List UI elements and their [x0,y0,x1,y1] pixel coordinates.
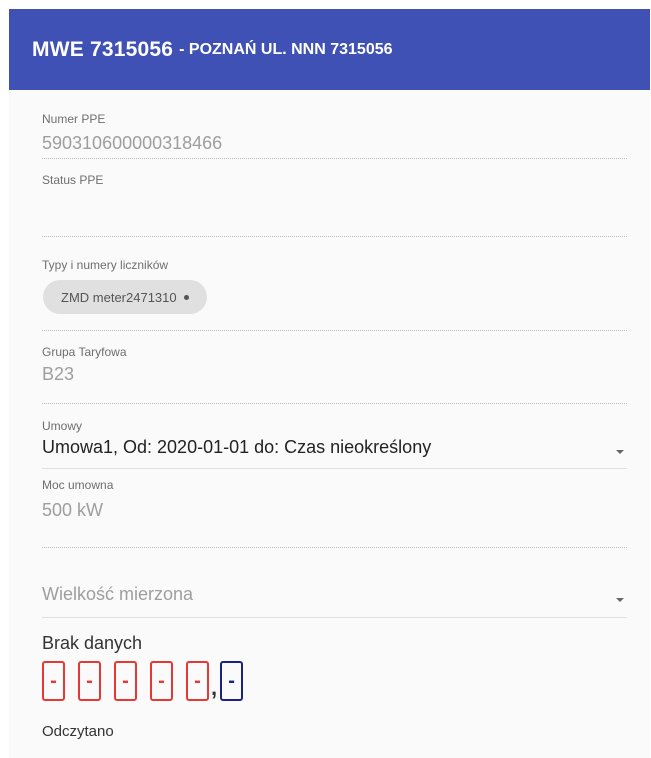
card-content: Numer PPE 590310600000318466 Status PPE … [9,90,650,740]
meter-chip-label: ZMD meter2471310 [61,289,177,305]
contracts-value: Umowa1, Od: 2020-01-01 do: Czas nieokreś… [42,437,432,457]
decimal-separator: , [211,675,218,700]
ppe-number-label: Numer PPE [42,112,106,126]
ppe-number-value: 590310600000318466 [42,133,223,153]
dropdown-arrow-icon[interactable] [616,598,624,602]
measured-quantity-placeholder: Wielkość mierzona [42,584,194,604]
ppe-number-field: Numer PPE 590310600000318466 [42,90,627,159]
tariff-group-value: B23 [42,364,75,384]
contracts-select[interactable]: Umowy Umowa1, Od: 2020-01-01 do: Czas ni… [42,404,627,469]
meters-label: Typy i numery liczników [42,258,169,272]
contracts-label: Umowy [42,419,83,433]
reading-digit: - [150,661,173,701]
meter-code: MWE 7315056 [32,37,174,61]
meter-reading-digits: - - - - - , - [42,661,627,701]
tariff-group-label: Grupa Taryfowa [42,345,127,359]
meter-chip[interactable]: ZMD meter2471310 [43,280,207,314]
status-dot-icon [183,294,189,300]
reading-decimal-digit: - [220,661,244,701]
reading-digit: - [78,661,101,701]
dropdown-arrow-icon[interactable] [616,450,624,454]
no-data-text: Brak danych [42,633,143,653]
ppe-status-label: Status PPE [42,173,104,187]
reading-digit: - [42,661,65,701]
measured-quantity-select[interactable]: Wielkość mierzona [42,548,627,618]
card-header: MWE 7315056 - POZNAŃ UL. NNN 7315056 [9,9,650,90]
contract-power-value: 500 kW [42,500,104,520]
meter-card: MWE 7315056 - POZNAŃ UL. NNN 7315056 Num… [9,9,650,758]
reading-digit: - [114,661,137,701]
meter-location: - POZNAŃ UL. NNN 7315056 [179,40,393,58]
read-caption: Odczytano [42,723,114,740]
ppe-status-field: Status PPE [42,159,627,237]
contract-power-field: Moc umowna 500 kW [42,469,627,548]
reading-digit: - [186,661,209,701]
tariff-group-field: Grupa Taryfowa B23 [42,331,627,404]
meters-field: Typy i numery liczników ZMD meter2471310 [42,237,627,331]
contract-power-label: Moc umowna [42,478,114,492]
